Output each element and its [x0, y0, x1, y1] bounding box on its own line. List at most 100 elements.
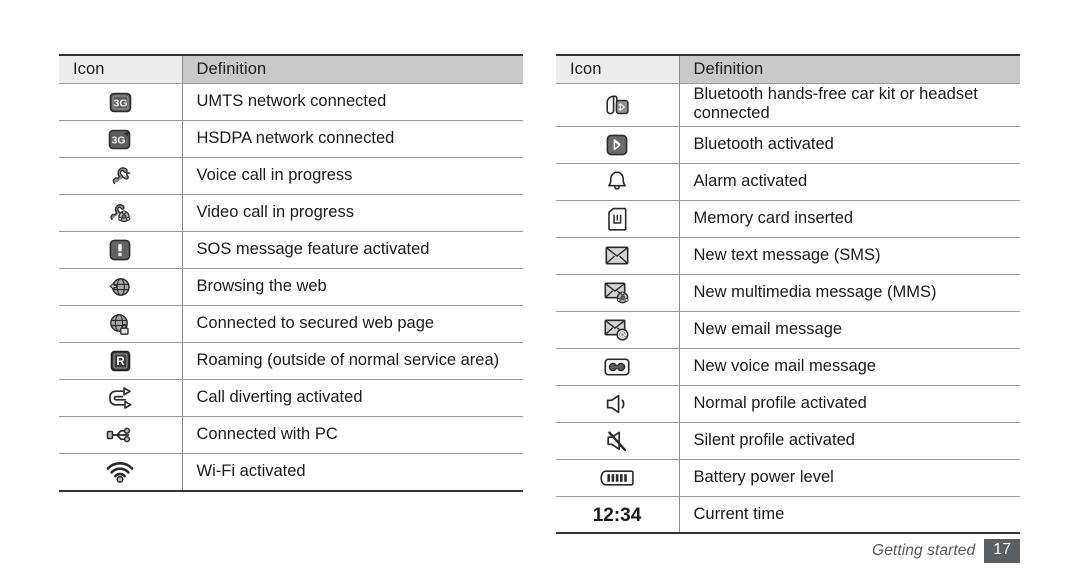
table-row: New multimedia message (MMS) [556, 274, 1020, 312]
table-row: SOS message feature activated [59, 231, 523, 269]
icon-cell [59, 268, 183, 306]
svg-text:R: R [116, 356, 125, 368]
table-row: New email message [556, 311, 1020, 349]
svg-text:12:34: 12:34 [593, 505, 642, 526]
icon-cell [59, 194, 183, 232]
clock-time-icon: 12:34 [587, 504, 647, 526]
page-number-badge: 17 [984, 539, 1020, 563]
column-header-definition: Definition [182, 54, 523, 84]
table-row: Voice call in progress [59, 157, 523, 195]
table-row: Wi-Fi activated [59, 453, 523, 492]
definition-cell: Silent profile activated [679, 422, 1020, 460]
icon-cell: 3G [59, 83, 183, 121]
table-row: Alarm activated [556, 163, 1020, 201]
definition-cell: Video call in progress [182, 194, 523, 232]
icon-cell [59, 157, 183, 195]
icon-cell [59, 379, 183, 417]
battery-level-icon [600, 470, 634, 486]
table-row: R Roaming (outside of normal service are… [59, 342, 523, 380]
definition-cell: Roaming (outside of normal service area) [182, 342, 523, 380]
definition-cell: New email message [679, 311, 1020, 349]
definition-cell: Call diverting activated [182, 379, 523, 417]
definition-cell: New multimedia message (MMS) [679, 274, 1020, 312]
wifi-signal-icon [106, 461, 134, 483]
definition-cell: Normal profile activated [679, 385, 1020, 423]
speaker-normal-profile-icon [605, 393, 629, 415]
definition-cell: Browsing the web [182, 268, 523, 306]
table-row: Connected with PC [59, 416, 523, 454]
video-call-handset-icon [107, 201, 133, 225]
definition-cell: HSDPA network connected [182, 120, 523, 158]
icon-cell [556, 274, 680, 312]
definition-cell: New text message (SMS) [679, 237, 1020, 275]
column-header-icon: Icon [556, 54, 680, 84]
column-header-definition: Definition [679, 54, 1020, 84]
column-header-icon: Icon [59, 54, 183, 84]
definition-cell: UMTS network connected [182, 83, 523, 121]
icon-cell [556, 200, 680, 238]
icon-cell: 12:34 [556, 496, 680, 535]
table-row: Video call in progress [59, 194, 523, 232]
table-row: 3G + HSDPA network connected [59, 120, 523, 158]
icon-cell [59, 416, 183, 454]
table-row: New voice mail message [556, 348, 1020, 386]
svg-text:+: + [124, 129, 130, 141]
phone-handset-icon [108, 164, 132, 188]
definition-cell: New voice mail message [679, 348, 1020, 386]
envelope-email-icon [604, 319, 630, 341]
icon-cell [556, 422, 680, 460]
icon-cell [556, 385, 680, 423]
definition-cell: Bluetooth activated [679, 126, 1020, 164]
usb-connected-icon [106, 425, 134, 445]
sos-exclamation-icon [109, 239, 131, 261]
page-footer: Getting started 17 [556, 532, 1020, 564]
table-row: Bluetooth activated [556, 126, 1020, 164]
table-row: Normal profile activated [556, 385, 1020, 423]
bluetooth-headset-icon [604, 93, 631, 117]
bluetooth-badge-icon [606, 134, 628, 156]
definition-cell: Connected with PC [182, 416, 523, 454]
icon-cell [59, 231, 183, 269]
call-diverting-arrow-icon [107, 387, 133, 409]
table-row: Connected to secured web page [59, 305, 523, 343]
table-header-row: Icon Definition [59, 54, 523, 84]
table-row: Bluetooth hands-free car kit or headset … [556, 83, 1020, 127]
icon-cell: 3G + [59, 120, 183, 158]
table-row: New text message (SMS) [556, 237, 1020, 275]
icon-cell [556, 348, 680, 386]
3g-plus-badge-icon: 3G + [108, 128, 133, 150]
footer-section-label: Getting started [872, 542, 976, 559]
alarm-bell-icon [606, 170, 628, 193]
roaming-badge-icon: R [110, 350, 131, 372]
icon-cell: R [59, 342, 183, 380]
table-row: Silent profile activated [556, 422, 1020, 460]
footer-content: Getting started 17 [872, 539, 1020, 563]
icon-cell [556, 311, 680, 349]
icon-definition-table-right: Icon Definition Bluetooth hands-free car… [556, 54, 1020, 535]
table-row: 3G UMTS network connected [59, 83, 523, 121]
table-row: Memory card inserted [556, 200, 1020, 238]
envelope-mms-icon [604, 282, 630, 304]
icon-cell [556, 126, 680, 164]
icon-cell [556, 163, 680, 201]
icon-cell [556, 237, 680, 275]
manual-page: Icon Definition 3G UMTS network connecte… [0, 0, 1080, 586]
definition-cell: Current time [679, 496, 1020, 535]
definition-cell: Memory card inserted [679, 200, 1020, 238]
definition-cell: Bluetooth hands-free car kit or headset … [679, 83, 1020, 127]
definition-cell: SOS message feature activated [182, 231, 523, 269]
table-row: Call diverting activated [59, 379, 523, 417]
memory-card-icon [607, 207, 627, 231]
globe-browsing-icon [108, 275, 132, 299]
definition-cell: Alarm activated [679, 163, 1020, 201]
icon-cell [59, 453, 183, 492]
voicemail-cassette-icon [604, 358, 630, 376]
table-row: 12:34 Current time [556, 496, 1020, 535]
globe-secure-lock-icon [108, 312, 133, 336]
definition-cell: Voice call in progress [182, 157, 523, 195]
svg-text:3G: 3G [113, 97, 127, 109]
table-header-row: Icon Definition [556, 54, 1020, 84]
definition-cell: Battery power level [679, 459, 1020, 497]
icon-cell [556, 459, 680, 497]
speaker-muted-silent-profile-icon [605, 429, 629, 453]
